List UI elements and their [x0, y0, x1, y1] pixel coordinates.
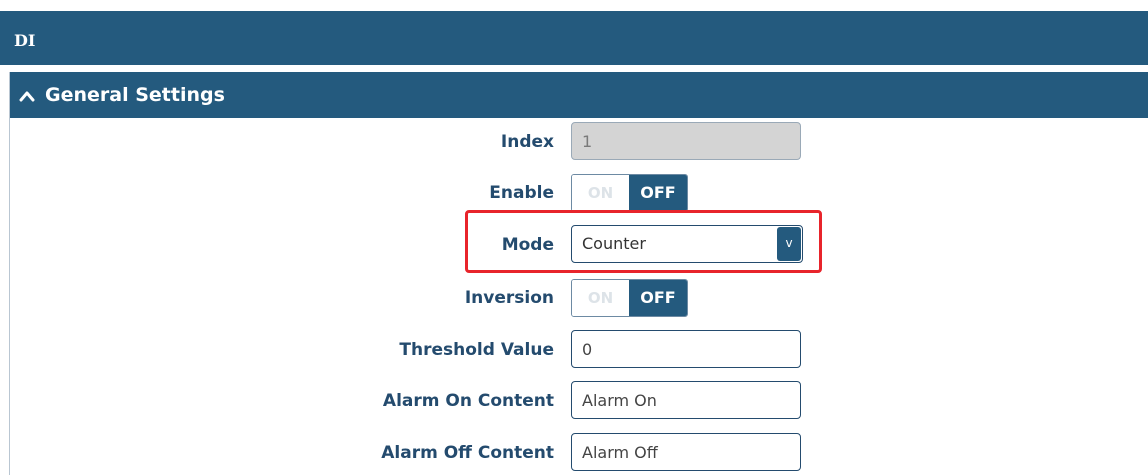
general-settings-header[interactable]: General Settings	[10, 72, 1148, 118]
general-settings-panel: General Settings Index Enable ON OFF Mod…	[9, 72, 1148, 475]
index-row: Index	[10, 122, 1148, 162]
enable-row: Enable ON OFF	[10, 173, 1148, 213]
alarm-off-label: Alarm Off Content	[381, 443, 554, 463]
inversion-label: Inversion	[464, 288, 554, 308]
enable-label: Enable	[489, 183, 554, 203]
threshold-label: Threshold Value	[399, 340, 554, 360]
page-header: DI	[0, 11, 1148, 65]
mode-selected-value: Counter	[582, 234, 646, 253]
threshold-row: Threshold Value	[10, 330, 1148, 370]
section-title: General Settings	[45, 84, 225, 106]
enable-toggle[interactable]: ON OFF	[571, 174, 688, 212]
alarm-on-label: Alarm On Content	[382, 391, 554, 411]
index-label: Index	[500, 132, 554, 152]
mode-select[interactable]: Counter v	[571, 225, 803, 263]
alarm-off-content-field[interactable]	[571, 433, 801, 471]
index-field[interactable]	[571, 122, 801, 160]
alarm-off-row: Alarm Off Content	[10, 433, 1148, 473]
inversion-row: Inversion ON OFF	[10, 278, 1148, 318]
inversion-toggle[interactable]: ON OFF	[571, 279, 688, 317]
page-title: DI	[14, 31, 36, 50]
mode-row: Mode Counter v	[10, 225, 1148, 265]
top-strip	[0, 0, 1148, 11]
threshold-value-field[interactable]	[571, 330, 801, 368]
chevron-up-icon	[19, 91, 35, 102]
enable-toggle-on[interactable]: ON	[572, 175, 629, 211]
inversion-toggle-on[interactable]: ON	[572, 280, 629, 316]
alarm-on-content-field[interactable]	[571, 381, 801, 419]
alarm-on-row: Alarm On Content	[10, 381, 1148, 421]
chevron-down-icon[interactable]: v	[777, 227, 801, 261]
inversion-toggle-off[interactable]: OFF	[629, 280, 687, 316]
mode-label: Mode	[501, 235, 554, 255]
enable-toggle-off[interactable]: OFF	[629, 175, 687, 211]
